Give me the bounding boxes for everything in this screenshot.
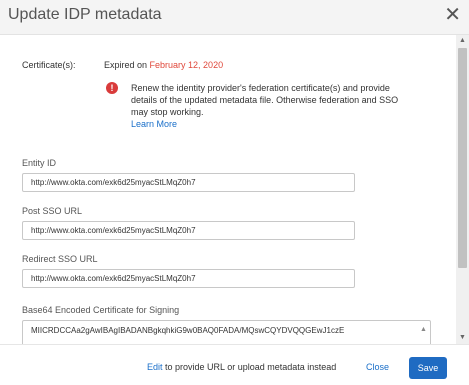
redirect-sso-url-input[interactable]: http://www.okta.com/exk6d25myacStLMqZ0h7 [22, 269, 355, 288]
footer-edit-hint: Edit to provide URL or upload metadata i… [147, 362, 336, 372]
edit-hint-text: to provide URL or upload metadata instea… [162, 362, 337, 372]
dialog-body[interactable]: Certificate(s): Expired on February 12, … [0, 35, 455, 344]
dialog-header: Update IDP metadata ✕ [0, 0, 469, 35]
dialog-scrollbar[interactable]: ▲ ▼ [456, 35, 469, 344]
edit-link[interactable]: Edit [147, 362, 163, 372]
certificate-textarea[interactable]: MIICRDCCAa2gAwIBAgIBADANBgkqhkiG9w0BAQ0F… [22, 320, 431, 344]
close-button[interactable]: Close [366, 362, 389, 372]
close-icon[interactable]: ✕ [444, 4, 461, 26]
certificate-textarea-value: MIICRDCCAa2gAwIBAgIBADANBgkqhkiG9w0BAQ0F… [31, 326, 345, 335]
learn-more-link[interactable]: Learn More [131, 119, 177, 129]
entity-id-label: Entity ID [22, 158, 57, 168]
scrollbar-thumb[interactable] [458, 48, 467, 268]
save-button[interactable]: Save [409, 357, 447, 379]
certificate-status: Expired on February 12, 2020 [104, 60, 223, 70]
scroll-down-icon[interactable]: ▼ [456, 332, 469, 344]
scroll-up-icon[interactable]: ▲ [456, 35, 469, 47]
post-sso-url-label: Post SSO URL [22, 206, 83, 216]
alert-message-text: Renew the identity provider's federation… [131, 83, 399, 117]
certificate-field-label: Base64 Encoded Certificate for Signing [22, 305, 180, 315]
certificate-expiry-date: February 12, 2020 [149, 60, 224, 70]
dialog-footer: Edit to provide URL or upload metadata i… [0, 344, 469, 385]
certificate-label: Certificate(s): [22, 60, 76, 70]
alert-message: Renew the identity provider's federation… [131, 82, 411, 130]
textarea-scroll-up-icon[interactable]: ▲ [419, 324, 428, 336]
certificate-status-prefix: Expired on [104, 60, 150, 70]
error-icon: ! [106, 82, 118, 94]
entity-id-input[interactable]: http://www.okta.com/exk6d25myacStLMqZ0h7 [22, 173, 355, 192]
redirect-sso-url-label: Redirect SSO URL [22, 254, 98, 264]
dialog-title: Update IDP metadata [8, 6, 162, 23]
post-sso-url-input[interactable]: http://www.okta.com/exk6d25myacStLMqZ0h7 [22, 221, 355, 240]
